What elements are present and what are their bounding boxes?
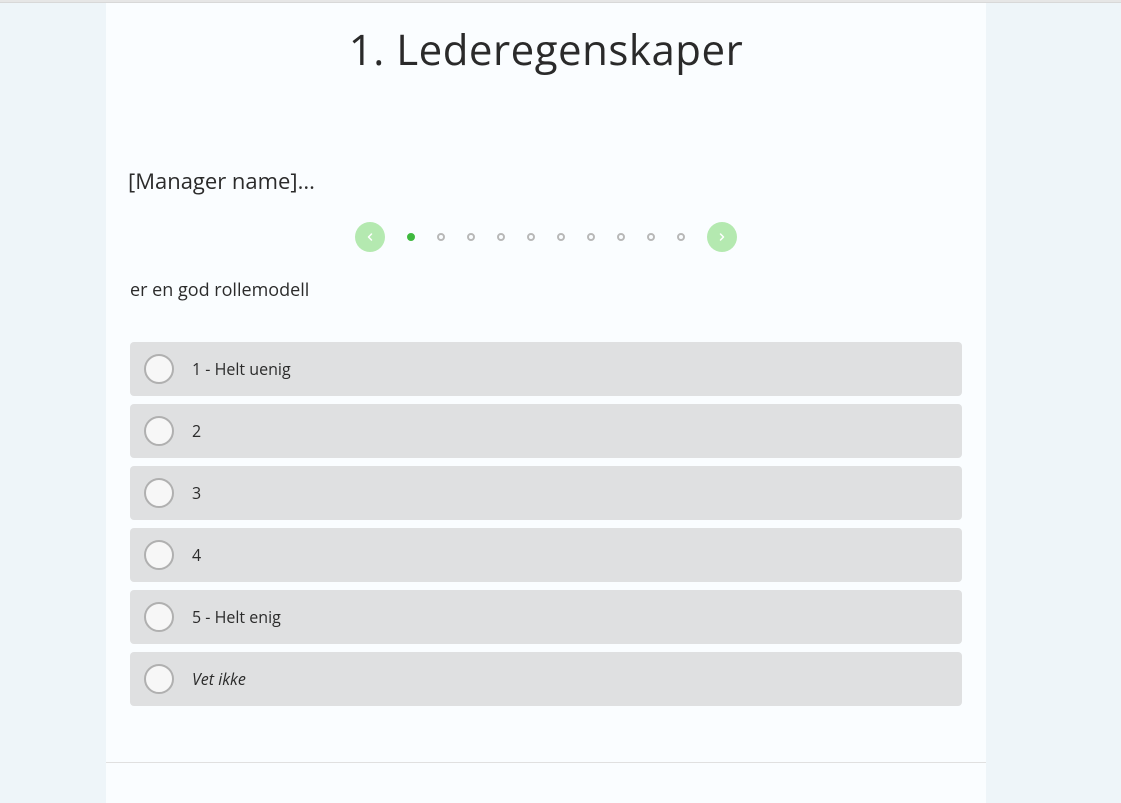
subject-prefix: [Manager name]... bbox=[128, 166, 986, 196]
option-row-3[interactable]: 3 bbox=[130, 466, 962, 520]
option-label-5: 5 - Helt enig bbox=[192, 606, 281, 628]
option-label-4: 4 bbox=[192, 544, 201, 566]
radio-4[interactable] bbox=[144, 540, 174, 570]
option-row-1[interactable]: 1 - Helt uenig bbox=[130, 342, 962, 396]
option-row-4[interactable]: 4 bbox=[130, 528, 962, 582]
radio-6[interactable] bbox=[144, 664, 174, 694]
next-button[interactable] bbox=[707, 222, 737, 252]
option-row-2[interactable]: 2 bbox=[130, 404, 962, 458]
pager-dot-4[interactable] bbox=[497, 233, 505, 241]
question-text: er en god rollemodell bbox=[130, 278, 986, 302]
pager-dot-6[interactable] bbox=[557, 233, 565, 241]
chevron-right-icon bbox=[716, 231, 728, 243]
radio-3[interactable] bbox=[144, 478, 174, 508]
pager-dots bbox=[407, 233, 685, 241]
pager-dot-1[interactable] bbox=[407, 233, 415, 241]
option-label-2: 2 bbox=[192, 420, 201, 442]
option-row-6[interactable]: Vet ikke bbox=[130, 652, 962, 706]
prev-button[interactable] bbox=[355, 222, 385, 252]
chevron-left-icon bbox=[364, 231, 376, 243]
radio-5[interactable] bbox=[144, 602, 174, 632]
pager-dot-2[interactable] bbox=[437, 233, 445, 241]
option-row-5[interactable]: 5 - Helt enig bbox=[130, 590, 962, 644]
pager-dot-10[interactable] bbox=[677, 233, 685, 241]
pager-dot-5[interactable] bbox=[527, 233, 535, 241]
pager-dot-3[interactable] bbox=[467, 233, 475, 241]
option-label-3: 3 bbox=[192, 482, 201, 504]
radio-2[interactable] bbox=[144, 416, 174, 446]
options-list: 1 - Helt uenig 2 3 4 5 - Helt enig Vet ikke bbox=[106, 342, 986, 706]
survey-card: 1. Lederegenskaper [Manager name]... er … bbox=[106, 3, 986, 803]
pager-dot-9[interactable] bbox=[647, 233, 655, 241]
radio-1[interactable] bbox=[144, 354, 174, 384]
pager-dot-8[interactable] bbox=[617, 233, 625, 241]
pager bbox=[106, 222, 986, 252]
section-divider bbox=[106, 762, 986, 763]
page-title: 1. Lederegenskaper bbox=[106, 21, 986, 78]
option-label-6: Vet ikke bbox=[192, 668, 246, 690]
pager-dot-7[interactable] bbox=[587, 233, 595, 241]
option-label-1: 1 - Helt uenig bbox=[192, 358, 291, 380]
